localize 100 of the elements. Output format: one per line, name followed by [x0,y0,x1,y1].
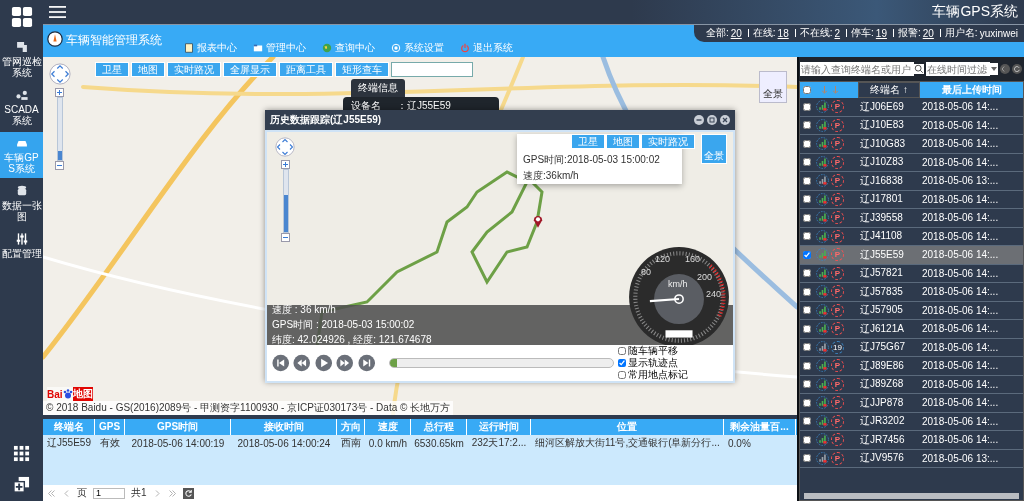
zoom-slider[interactable] [282,169,289,233]
popup-tab[interactable]: 终端信息 [351,79,405,97]
row-checkbox[interactable] [803,324,811,333]
refresh-icon[interactable] [1012,64,1022,74]
zoom-in-icon[interactable] [281,160,290,169]
vehicle-row[interactable]: P 辽J16838 2018-05-06 13:... [800,172,1023,191]
caret-icon[interactable] [990,62,998,76]
option-checkbox[interactable] [618,359,626,367]
row-checkbox[interactable] [803,343,811,352]
add-window-icon[interactable] [13,476,30,493]
panorama-button[interactable]: 全景 [759,71,787,103]
zoom-out-icon[interactable] [55,161,64,170]
row-checkbox[interactable] [803,232,811,241]
vehicle-row[interactable]: P 辽J57905 2018-05-06 14:... [800,301,1023,320]
play-icon[interactable] [314,354,333,372]
vehicle-row[interactable]: P 辽JJP878 2018-05-06 14:... [800,394,1023,413]
row-checkbox[interactable] [803,398,811,407]
zoom-in-icon[interactable] [55,88,64,97]
page-label: 页 [77,486,87,500]
stat-label: 停车: [851,26,874,40]
row-checkbox[interactable] [803,102,811,111]
pan-control-icon[interactable] [49,63,71,85]
readout-text: GPS时间 : 2018-05-03 15:00:02 [272,318,416,332]
row-checkbox[interactable] [803,380,811,389]
progress-track[interactable] [389,358,614,368]
vehicle-name: 辽J55E59 [859,247,905,262]
grid-icon[interactable] [13,445,30,462]
filter-dropdown[interactable]: 在线时间过滤 [926,62,990,76]
refresh-icon[interactable] [182,487,194,499]
vehicle-row[interactable]: P 辽J57821 2018-05-06 14:... [800,264,1023,283]
row-checkbox[interactable] [803,435,811,444]
option-checkbox[interactable] [618,371,626,379]
vehicle-row[interactable]: P 辽J89E86 2018-05-06 14:... [800,357,1023,376]
table-cell-text: 6530.65km [413,437,465,449]
row-checkbox[interactable] [803,250,811,259]
column-header[interactable]: 终端名 ↑ [858,82,920,98]
sidebar-item[interactable]: 数据一张图 [0,180,43,226]
vehicle-row[interactable]: P 辽J39558 2018-05-06 14:... [800,209,1023,228]
maximize-icon[interactable] [707,115,717,125]
row-checkbox[interactable] [803,361,811,370]
vehicle-name: 辽J16838 [859,173,904,188]
row-checkbox[interactable] [803,195,811,204]
vehicle-row[interactable]: P 辽J89Z68 2018-05-06 14:... [800,375,1023,394]
select-all-checkbox[interactable] [803,86,811,94]
stat-link[interactable]: 18 [777,27,789,39]
pan-control-icon[interactable] [275,137,295,157]
stat-link[interactable]: 20 [730,27,742,39]
vehicle-row[interactable]: P 辽J10Z83 2018-05-06 14:... [800,153,1023,172]
vehicle-row[interactable]: P 辽J57835 2018-05-06 14:... [800,283,1023,302]
sidebar-item[interactable]: 配置管理 [0,228,43,263]
option-checkbox[interactable] [618,347,626,355]
row-checkbox[interactable] [803,269,811,278]
clear-icon[interactable] [1000,64,1010,74]
map-search-field[interactable] [391,62,473,77]
fast-forward-icon[interactable] [336,354,354,372]
stat-link[interactable]: 2 [834,27,841,39]
skip-end-icon[interactable] [357,354,376,372]
search-icon[interactable] [914,62,924,76]
row-checkbox[interactable] [803,454,811,463]
settings-icon [391,43,401,53]
row-checkbox[interactable] [803,213,811,222]
vehicle-row[interactable]: P 辽J6121A 2018-05-06 14:... [800,320,1023,339]
search-field[interactable]: 请输入查询终端名或用户 [800,62,914,76]
stat-link[interactable]: 19 [875,27,887,39]
vehicle-name: 辽J41108 [859,229,904,244]
row-checkbox[interactable] [803,176,811,185]
vehicle-row[interactable]: P 辽JR7456 2018-05-06 14:... [800,431,1023,450]
sidebar-item[interactable]: 管网巡检系统 [0,36,43,82]
row-checkbox[interactable] [803,121,811,130]
grid-icon[interactable] [10,6,33,28]
row-checkbox[interactable] [803,417,811,426]
logo-icon [47,31,63,47]
row-checkbox[interactable] [803,158,811,167]
map-pin-icon [533,214,543,228]
vehicle-row[interactable]: 19 辽J75G67 2018-05-06 14:... [800,338,1023,357]
vehicle-row[interactable]: P 辽J55E59 2018-05-06 14:... [800,246,1023,265]
gauge-tick: 240 [706,289,722,299]
dialog-title: 历史数据跟踪(辽J55E59) [270,113,382,127]
zoom-out-icon[interactable] [281,233,290,242]
row-checkbox[interactable] [803,306,811,315]
menu-icon[interactable] [49,6,66,18]
vehicle-name: 辽J10G83 [859,136,907,151]
close-icon[interactable] [720,115,730,125]
vehicle-row[interactable]: P 辽JV9576 2018-05-06 13:... [800,449,1023,468]
stat-link[interactable]: 20 [922,27,934,39]
row-checkbox[interactable] [803,139,811,148]
vehicle-row[interactable]: P 辽J17801 2018-05-06 14:... [800,190,1023,209]
row-checkbox[interactable] [803,287,811,296]
field-label: 设备名 [351,99,381,113]
vehicle-row[interactable]: P 辽J10E83 2018-05-06 14:... [800,116,1023,135]
zoom-slider[interactable] [56,97,63,161]
sidebar-item[interactable]: SCADA系统 [0,84,43,130]
gauge-tick: 200 [697,272,713,282]
vehicle-row[interactable]: P 辽JR3202 2018-05-06 14:... [800,412,1023,431]
vehicle-row[interactable]: P 辽J06E69 2018-05-06 14:... [800,98,1023,117]
rewind-icon[interactable] [293,354,311,372]
skip-start-icon[interactable] [272,354,290,372]
vehicle-row[interactable]: P 辽J10G83 2018-05-06 14:... [800,135,1023,154]
page-field[interactable]: 1 [93,487,125,499]
minimize-icon[interactable] [694,115,704,125]
